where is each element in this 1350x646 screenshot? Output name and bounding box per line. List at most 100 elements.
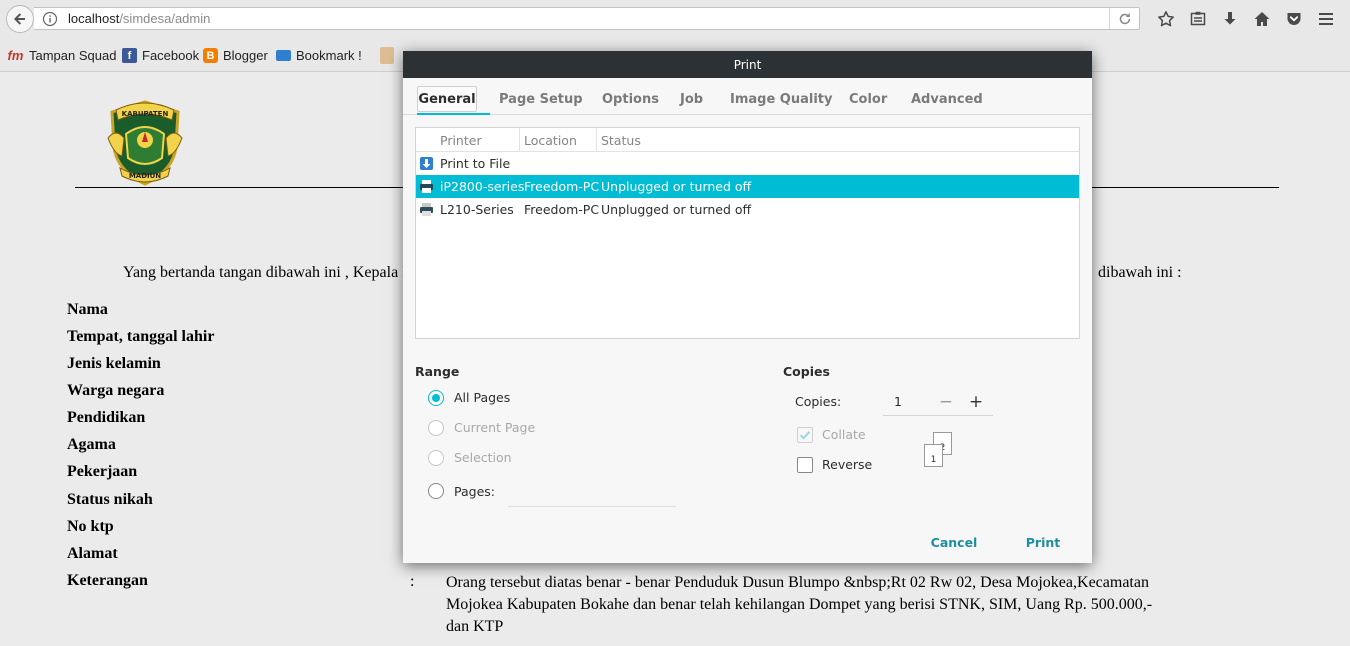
printer-list-header: Printer Location Status <box>416 128 1079 152</box>
copies-increment-button[interactable]: + <box>965 391 987 413</box>
printer-status: Unplugged or turned off <box>601 179 752 194</box>
svg-text:KABUPATEN: KABUPATEN <box>122 110 169 118</box>
preview-page-1: 1 <box>924 444 943 467</box>
field-label: Status nikah <box>67 491 153 508</box>
copies-title: Copies <box>783 364 830 379</box>
collate-preview: 2 1 <box>922 431 956 469</box>
info-icon[interactable] <box>42 11 58 27</box>
radio-selection[interactable] <box>428 450 444 466</box>
reading-list-icon[interactable] <box>1182 8 1214 30</box>
printer-status: Unplugged or turned off <box>601 202 752 217</box>
toolbar-icons <box>1150 8 1342 30</box>
range-title: Range <box>415 364 460 379</box>
tab-general[interactable]: General <box>417 86 477 112</box>
star-icon[interactable] <box>1150 8 1182 30</box>
radio-label-current-page[interactable]: Current Page <box>454 420 535 435</box>
printer-name: Print to File <box>440 156 511 171</box>
collate-checkbox[interactable] <box>797 427 813 443</box>
tab-image-quality[interactable]: Image Quality <box>730 86 832 112</box>
folder-icon <box>276 50 291 61</box>
printer-icon <box>420 203 433 216</box>
fm-icon: fm <box>7 48 24 63</box>
bookmark-folder[interactable]: Bookmark ! <box>276 47 362 64</box>
radio-current-page[interactable] <box>428 420 444 436</box>
copies-stepper[interactable]: 1 − + <box>883 388 993 416</box>
tab-page-setup[interactable]: Page Setup <box>499 86 583 112</box>
bookmark-faded-icon[interactable] <box>380 47 394 64</box>
column-header-status[interactable]: Status <box>601 133 641 148</box>
column-header-printer[interactable]: Printer <box>440 133 482 148</box>
keterangan-value: Orang tersebut diatas benar - benar Pend… <box>446 574 1153 635</box>
back-arrow-icon <box>14 13 25 25</box>
tab-advanced[interactable]: Advanced <box>911 86 983 112</box>
bookmark-facebook[interactable]: f Facebook <box>122 47 199 64</box>
intro-text-end: dibawah ini : <box>1098 264 1182 281</box>
reload-icon <box>1119 12 1130 24</box>
radio-label-all-pages[interactable]: All Pages <box>454 390 510 405</box>
field-label: No ktp <box>67 518 114 535</box>
field-label: Warga negara <box>67 382 165 399</box>
printer-name: L210-Series <box>440 202 514 217</box>
printer-row[interactable]: L210-Series Freedom-PC Unplugged or turn… <box>416 198 1079 221</box>
back-button[interactable] <box>6 5 34 33</box>
copies-value[interactable]: 1 <box>894 394 902 409</box>
radio-all-pages[interactable] <box>428 390 444 406</box>
print-dialog: Print General Page Setup Options Job Ima… <box>403 51 1092 563</box>
printer-icon <box>420 180 433 193</box>
svg-text:MADIUN: MADIUN <box>129 172 161 180</box>
file-download-icon <box>420 157 433 170</box>
column-separator <box>519 128 520 152</box>
field-label: Jenis kelamin <box>67 355 161 372</box>
bookmark-label: Facebook <box>142 48 200 63</box>
reverse-label[interactable]: Reverse <box>822 457 872 472</box>
printer-list[interactable]: Printer Location Status Print to File iP… <box>415 127 1080 339</box>
field-label: Pekerjaan <box>67 463 138 480</box>
pocket-icon[interactable] <box>1278 8 1310 30</box>
dialog-tabs: General Page Setup Options Job Image Qua… <box>403 78 1092 115</box>
copies-decrement-button[interactable]: − <box>935 391 957 413</box>
column-separator <box>596 128 597 152</box>
tab-color[interactable]: Color <box>849 86 887 112</box>
printer-row[interactable]: Print to File <box>416 152 1079 175</box>
radio-label-selection[interactable]: Selection <box>454 450 512 465</box>
blogger-icon: B <box>203 48 218 63</box>
column-header-location[interactable]: Location <box>524 133 577 148</box>
field-label: Pendidikan <box>67 409 146 426</box>
menu-icon[interactable] <box>1310 8 1342 30</box>
field-label: Tempat, tanggal lahir <box>67 328 215 345</box>
pages-range-input[interactable] <box>508 481 676 507</box>
print-button[interactable]: Print <box>1015 530 1071 554</box>
bookmark-tampan-squad[interactable]: fm Tampan Squad <box>7 47 117 64</box>
radio-label-pages[interactable]: Pages: <box>454 484 495 499</box>
bookmark-blogger[interactable]: B Blogger <box>203 47 268 64</box>
cancel-button[interactable]: Cancel <box>923 530 985 554</box>
reload-button[interactable] <box>1109 8 1139 29</box>
download-icon[interactable] <box>1214 8 1246 30</box>
field-label: Agama <box>67 436 116 453</box>
tab-options[interactable]: Options <box>602 86 659 112</box>
facebook-icon: f <box>122 48 137 63</box>
browser-toolbar: localhost/simdesa/admin <box>0 0 1350 38</box>
field-label: Alamat <box>67 545 118 562</box>
checkmark-icon <box>799 431 811 440</box>
url-bar[interactable]: localhost/simdesa/admin <box>34 7 1140 30</box>
bookmark-label: Tampan Squad <box>29 48 117 63</box>
printer-row-selected[interactable]: iP2800-series Freedom-PC Unplugged or tu… <box>416 175 1079 198</box>
bookmark-label: Bookmark ! <box>296 48 362 63</box>
url-host: localhost <box>68 11 120 26</box>
printer-location: Freedom-PC <box>524 179 600 194</box>
keterangan-colon: : <box>410 573 415 590</box>
copies-label: Copies: <box>795 394 842 409</box>
reverse-checkbox[interactable] <box>797 457 813 473</box>
home-icon[interactable] <box>1246 8 1278 30</box>
field-label: Keterangan <box>67 572 148 589</box>
printer-location: Freedom-PC <box>524 202 600 217</box>
collate-label[interactable]: Collate <box>822 427 866 442</box>
kabupaten-madiun-logo: KABUPATEN MADIUN <box>107 100 183 186</box>
tab-job[interactable]: Job <box>680 86 703 112</box>
bookmark-label: Blogger <box>223 48 268 63</box>
radio-pages[interactable] <box>428 483 444 499</box>
screen: localhost/simdesa/admin fm Tampan Squad … <box>0 0 1350 646</box>
dialog-title: Print <box>403 51 1092 78</box>
intro-text: Yang bertanda tangan dibawah ini , Kepal… <box>123 264 408 281</box>
